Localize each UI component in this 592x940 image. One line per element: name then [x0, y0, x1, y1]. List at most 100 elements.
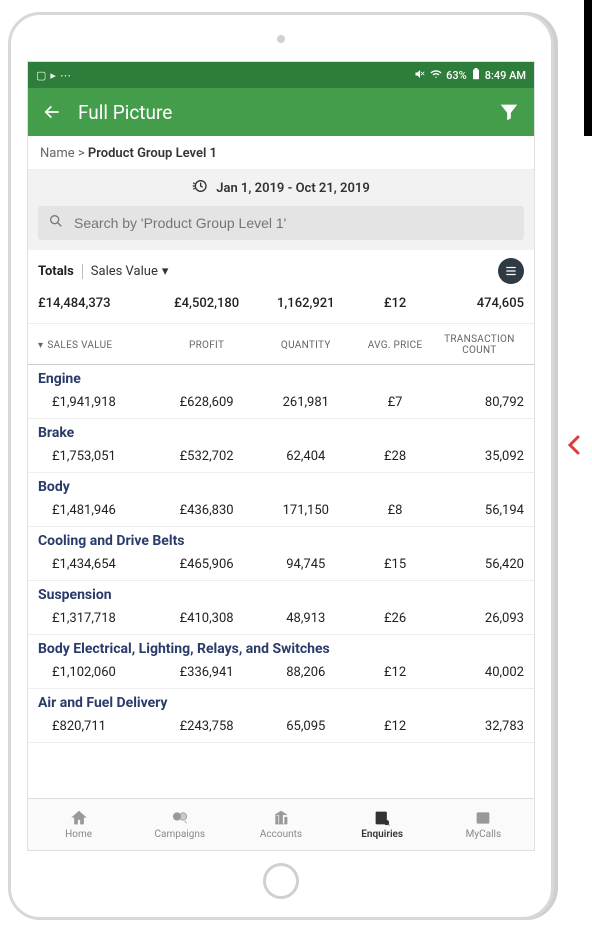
filter-icon[interactable]	[498, 101, 520, 123]
cell: 62,404	[256, 449, 355, 464]
cell: £436,830	[157, 503, 256, 518]
decorative-strip	[584, 0, 592, 136]
nav-tab-enquiries[interactable]: Enquiries	[332, 799, 433, 850]
cell: 56,420	[435, 557, 524, 572]
table-row-title[interactable]: Brake	[28, 419, 534, 443]
date-range-button[interactable]: Jan 1, 2019 - Oct 21, 2019	[28, 170, 534, 206]
totals-value: 474,605	[435, 296, 524, 311]
table-row-title[interactable]: Body Electrical, Lighting, Relays, and S…	[28, 635, 534, 659]
search-input[interactable]	[74, 215, 514, 231]
totals-value: 1,162,921	[256, 296, 355, 311]
nav-tab-accounts[interactable]: Accounts	[230, 799, 331, 850]
cell: £465,906	[157, 557, 256, 572]
back-icon[interactable]	[42, 102, 62, 122]
wifi-icon	[430, 68, 442, 83]
chevron-left-icon[interactable]	[562, 428, 586, 466]
totals-label: Totals	[38, 264, 83, 279]
table-row[interactable]: £820,711£243,75865,095£1232,783	[28, 713, 534, 743]
bottom-nav: Home Campaigns Accounts Enquiries MyCalls	[28, 798, 534, 850]
totals-metric-label: Sales Value	[91, 264, 158, 279]
cell: £8	[355, 503, 434, 518]
col-header-sort[interactable]: ▾ SALES VALUE	[38, 340, 157, 351]
totals-value: £14,484,373	[38, 296, 157, 311]
data-rows[interactable]: Engine£1,941,918£628,609261,981£780,792B…	[28, 365, 534, 798]
breadcrumb-sep: >	[78, 146, 85, 161]
date-range-label: Jan 1, 2019 - Oct 21, 2019	[216, 181, 370, 196]
table-row[interactable]: £1,753,051£532,70262,404£2835,092	[28, 443, 534, 473]
totals-value: £4,502,180	[157, 296, 256, 311]
table-row-title[interactable]: Body	[28, 473, 534, 497]
battery-percent: 63%	[446, 69, 467, 82]
cell: £532,702	[157, 449, 256, 464]
cell: 48,913	[256, 611, 355, 626]
app-bar: Full Picture	[28, 88, 534, 136]
table-row[interactable]: £1,481,946£436,830171,150£856,194	[28, 497, 534, 527]
cell: 40,002	[435, 665, 524, 680]
nav-tab-mycalls[interactable]: MyCalls	[433, 799, 534, 850]
battery-icon	[471, 68, 481, 83]
search-box[interactable]	[38, 206, 524, 240]
cell: 35,092	[435, 449, 524, 464]
status-bar: ▢ ▸ ⋯ 63% 8:49 AM	[28, 62, 534, 88]
status-icons-right: 63% 8:49 AM	[414, 68, 526, 83]
breadcrumb[interactable]: Name > Product Group Level 1	[28, 136, 534, 170]
cell: £12	[355, 719, 434, 734]
status-icons-left: ▢ ▸ ⋯	[36, 69, 71, 82]
cell: 94,745	[256, 557, 355, 572]
totals-metric-dropdown[interactable]: Sales Value ▾	[91, 264, 169, 279]
chevron-down-icon: ▾	[162, 264, 169, 279]
nav-label: Campaigns	[155, 829, 206, 840]
cell: £12	[355, 665, 434, 680]
cell: £1,434,654	[38, 557, 157, 572]
nav-tab-campaigns[interactable]: Campaigns	[129, 799, 230, 850]
cell: £1,317,718	[38, 611, 157, 626]
cell: £1,753,051	[38, 449, 157, 464]
mute-icon	[414, 68, 426, 83]
table-row[interactable]: £1,941,918£628,609261,981£780,792	[28, 389, 534, 419]
col-header[interactable]: PROFIT	[157, 340, 256, 351]
cell: 261,981	[256, 395, 355, 410]
table-menu-button[interactable]	[498, 258, 524, 284]
cell: £820,711	[38, 719, 157, 734]
cell: 88,206	[256, 665, 355, 680]
image-icon: ▢	[36, 69, 46, 82]
cell: £1,481,946	[38, 503, 157, 518]
chevron-down-icon: ▾	[38, 340, 43, 351]
tablet-home-button[interactable]	[263, 863, 299, 899]
col-header[interactable]: AVG. PRICE	[355, 340, 434, 351]
search-icon	[48, 213, 64, 233]
cell: 32,783	[435, 719, 524, 734]
breadcrumb-root: Name	[40, 146, 75, 161]
cell: £243,758	[157, 719, 256, 734]
cell: 26,093	[435, 611, 524, 626]
cell: 56,194	[435, 503, 524, 518]
table-row-title[interactable]: Air and Fuel Delivery	[28, 689, 534, 713]
column-headers: ▾ SALES VALUE PROFIT QUANTITY AVG. PRICE…	[28, 323, 534, 365]
totals-value: £12	[355, 296, 434, 311]
tablet-frame: ▢ ▸ ⋯ 63% 8:49 AM Fu	[8, 12, 554, 920]
cell: £7	[355, 395, 434, 410]
table-row-title[interactable]: Cooling and Drive Belts	[28, 527, 534, 551]
more-icon: ⋯	[60, 69, 71, 82]
table-row[interactable]: £1,317,718£410,30848,913£2626,093	[28, 605, 534, 635]
cell: £628,609	[157, 395, 256, 410]
search-container	[28, 206, 534, 250]
nav-label: Accounts	[260, 829, 302, 840]
table-row[interactable]: £1,102,060£336,94188,206£1240,002	[28, 659, 534, 689]
cell: £15	[355, 557, 434, 572]
cell: 80,792	[435, 395, 524, 410]
nav-label: MyCalls	[466, 829, 501, 840]
nav-label: Home	[65, 829, 92, 840]
nav-tab-home[interactable]: Home	[28, 799, 129, 850]
breadcrumb-current: Product Group Level 1	[88, 146, 217, 161]
cell: £1,102,060	[38, 665, 157, 680]
cell: £410,308	[157, 611, 256, 626]
table-row[interactable]: £1,434,654£465,90694,745£1556,420	[28, 551, 534, 581]
table-row-title[interactable]: Engine	[28, 365, 534, 389]
table-row-title[interactable]: Suspension	[28, 581, 534, 605]
cell: £28	[355, 449, 434, 464]
col-header[interactable]: TRANSACTION COUNT	[435, 334, 524, 356]
screen: ▢ ▸ ⋯ 63% 8:49 AM Fu	[27, 61, 535, 851]
play-icon: ▸	[50, 69, 56, 82]
col-header[interactable]: QUANTITY	[256, 340, 355, 351]
